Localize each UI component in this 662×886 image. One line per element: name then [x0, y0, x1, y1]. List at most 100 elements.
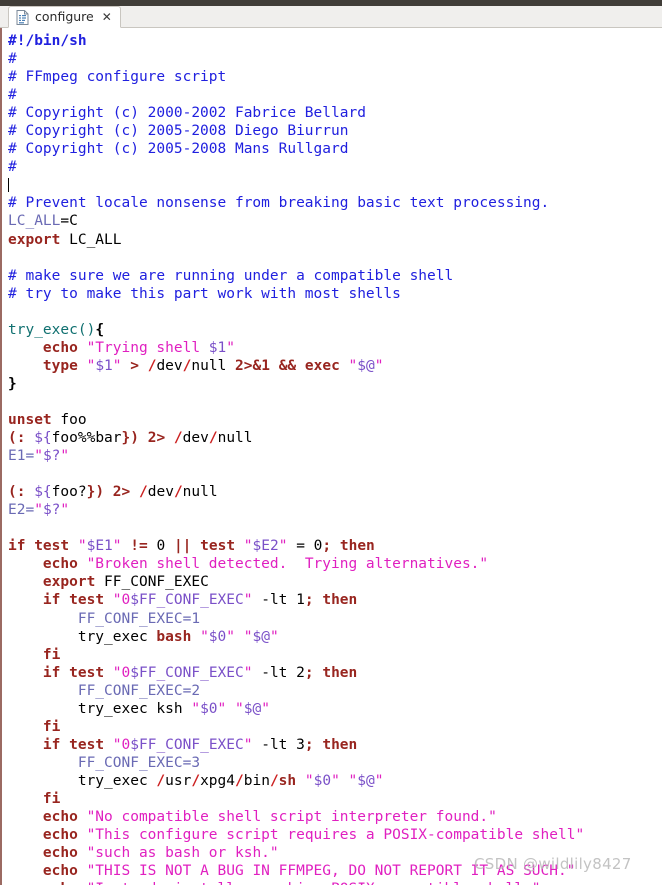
code-token: = 0 — [287, 538, 323, 555]
code-token: (: — [8, 484, 26, 501]
code-token: ) — [130, 430, 139, 447]
code-token: ${ — [34, 430, 52, 447]
code-token: } — [8, 375, 17, 392]
code-token: null — [191, 357, 236, 374]
code-token: =2 — [182, 682, 201, 699]
code-token: -lt 2 — [252, 664, 305, 681]
code-token: usr — [165, 772, 192, 789]
code-token: FF_CONF_EXEC — [77, 682, 183, 699]
code-line: echo "THIS IS NOT A BUG IN FFMPEG, DO NO… — [8, 862, 662, 880]
code-line: LC_ALL=C — [8, 212, 662, 230]
code-token: / — [139, 484, 148, 501]
code-token: # Copyright (c) 2005-2008 Mans Rullgard — [8, 141, 349, 158]
code-token: ; — [304, 736, 314, 753]
code-line: unset foo — [8, 411, 662, 429]
code-token: { — [95, 321, 105, 338]
code-line: try_exec(){ — [8, 321, 662, 339]
code-token: " — [348, 772, 358, 789]
code-token: " — [331, 772, 340, 789]
code-line: #!/bin/sh — [8, 32, 662, 50]
code-token: unset — [8, 411, 52, 428]
code-editor[interactable]: #!/bin/sh # # FFmpeg configure script # # Co… — [0, 28, 662, 885]
tab-label: configure — [35, 8, 94, 24]
code-token: "No compatible shell script interpreter … — [86, 809, 497, 826]
code-token: null — [182, 484, 218, 501]
code-token: " — [60, 448, 70, 465]
code-token: "0 — [112, 736, 131, 753]
code-token: test — [69, 592, 105, 609]
code-token: test — [34, 538, 70, 555]
code-token: "THIS IS NOT A BUG IN FFMPEG, DO NOT REP… — [86, 863, 576, 880]
code-line: echo "No compatible shell script interpr… — [8, 808, 662, 826]
code-token: " — [86, 357, 96, 374]
code-line: if test "0$FF_CONF_EXEC" -lt 2; then — [8, 664, 662, 682]
code-token: } — [121, 430, 131, 447]
code-token: echo — [42, 827, 78, 844]
code-token: != — [130, 538, 148, 555]
code-token: "This configure script requires a POSIX-… — [86, 827, 585, 844]
code-token: then — [322, 592, 358, 609]
code-line: if test "$E1" != 0 || test "$E2" = 0; th… — [8, 537, 662, 555]
code-token: $FF_CONF_EXEC — [130, 736, 244, 753]
code-token: $E2 — [252, 538, 279, 555]
code-token: || — [173, 538, 192, 555]
code-token: " — [112, 538, 122, 555]
code-line: E2="$?" — [8, 501, 662, 519]
code-token: test — [69, 664, 105, 681]
code-token: sh — [278, 772, 297, 789]
code-token: # Copyright (c) 2005-2008 Diego Biurrun — [8, 123, 349, 140]
code-line: # Copyright (c) 2005-2008 Mans Rullgard — [8, 140, 662, 158]
code-token: "0 — [112, 664, 131, 681]
code-token: $@ — [357, 772, 375, 789]
document-icon — [16, 9, 29, 25]
code-line: FF_CONF_EXEC=3 — [8, 754, 662, 772]
code-token: try_exec — [8, 772, 157, 789]
code-token: > — [130, 357, 139, 374]
code-token: " — [348, 357, 358, 374]
code-line: # — [8, 158, 662, 176]
code-token: $FF_CONF_EXEC — [130, 664, 244, 681]
code-line: # Copyright (c) 2005-2008 Diego Biurrun — [8, 122, 662, 140]
code-content[interactable]: #!/bin/sh # # FFmpeg configure script # # Co… — [2, 28, 662, 885]
code-token: bin — [243, 772, 270, 789]
code-line: (: ${foo%%bar}) 2> /dev/null — [8, 429, 662, 447]
code-token: $0 — [200, 700, 218, 717]
code-line: (: ${foo?}) 2> /dev/null — [8, 483, 662, 501]
code-line: type "$1" > /dev/null 2>&1 && exec "$@" — [8, 357, 662, 375]
tab-configure[interactable]: configure ✕ — [8, 6, 121, 28]
code-token: null — [217, 430, 253, 447]
code-token: exec — [304, 357, 340, 374]
code-token: " — [191, 700, 201, 717]
code-token: "0 — [112, 592, 131, 609]
close-icon[interactable]: ✕ — [102, 11, 112, 23]
code-token: dev — [182, 430, 209, 447]
code-token: =C — [60, 213, 78, 230]
code-line: } — [8, 375, 662, 393]
code-token: FF_CONF_EXEC — [77, 754, 183, 771]
code-token: foo — [51, 411, 87, 428]
code-token: -lt 3 — [252, 736, 305, 753]
